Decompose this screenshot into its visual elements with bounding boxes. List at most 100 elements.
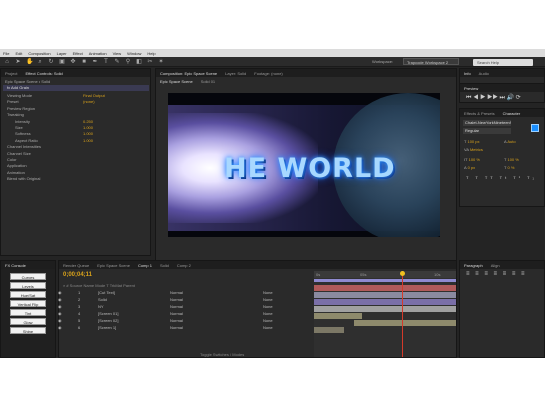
align-buttons[interactable]: ≡ ≡ ≡ ≡ ≡ ≡ ≡ xyxy=(466,271,527,277)
tsume-field[interactable]: T 0 % xyxy=(504,165,514,170)
roto-tool-icon[interactable]: ✂ xyxy=(147,59,153,65)
fx-button-levels[interactable]: Levels xyxy=(10,282,46,289)
fill-color-swatch[interactable] xyxy=(531,124,539,132)
hand-tool-icon[interactable]: ✋ xyxy=(26,59,33,65)
effect-prop-label[interactable]: Aspect Ratio xyxy=(15,138,38,143)
puppet-tool-icon[interactable]: ✶ xyxy=(158,59,164,65)
vertical-scale-field[interactable]: IT 100 % xyxy=(464,157,480,162)
tracking-field[interactable]: VA Metrics xyxy=(464,147,483,152)
effect-prop-label[interactable]: Animation xyxy=(7,170,25,175)
rotate-tool-icon[interactable]: ↻ xyxy=(48,59,54,65)
layer-number[interactable]: 4 xyxy=(78,311,80,316)
fx-button-vertical-flip[interactable]: Vertical Flip xyxy=(10,300,46,307)
tab-character[interactable]: Character xyxy=(503,111,521,116)
pen-tool-icon[interactable]: ✒ xyxy=(92,59,98,65)
fx-button-curves[interactable]: Curves xyxy=(10,273,46,280)
zoom-tool-icon[interactable]: ⌕ xyxy=(37,59,43,65)
timeline-tab[interactable]: Render Queue xyxy=(63,263,89,268)
track-bar-3[interactable] xyxy=(314,299,456,305)
eye-icon[interactable]: ◉ xyxy=(58,325,62,330)
layer-row[interactable]: ◉ 3 NY Normal None xyxy=(58,303,308,310)
tab-fx-console[interactable]: FX Console xyxy=(5,263,26,268)
effect-prop-label[interactable]: Blend with Original xyxy=(7,176,40,181)
eye-icon[interactable]: ◉ xyxy=(58,290,62,295)
layer-mode[interactable]: Normal xyxy=(170,297,183,302)
tab-preview[interactable]: Preview xyxy=(464,86,478,91)
layer-parent[interactable]: None xyxy=(263,311,273,316)
text-style-buttons[interactable]: T T TT Tt T¹ T₁ xyxy=(466,175,537,180)
effect-prop-label[interactable]: Application xyxy=(7,163,27,168)
effect-prop-value[interactable]: 0.250 xyxy=(83,119,93,124)
layer-name[interactable]: [Screen 01] xyxy=(98,311,118,316)
effect-prop-value[interactable]: Final Output xyxy=(83,93,105,98)
tab-footage[interactable]: Footage: (none) xyxy=(254,71,282,76)
layer-parent[interactable]: None xyxy=(263,297,273,302)
effect-header[interactable]: fx Add Grain xyxy=(3,85,149,91)
layer-parent[interactable]: None xyxy=(263,318,273,323)
layer-row[interactable]: ◉ 5 [Screen 02] Normal None xyxy=(58,317,308,324)
layer-name[interactable]: [Screen 02] xyxy=(98,318,118,323)
layer-mode[interactable]: Normal xyxy=(170,318,183,323)
effect-prop-label[interactable]: Intensity xyxy=(15,119,30,124)
track-bar-7[interactable] xyxy=(314,327,344,333)
layer-name[interactable]: Solid xyxy=(98,297,107,302)
layer-row[interactable]: ◉ 1 [Cut Text] Normal None xyxy=(58,289,308,296)
eye-icon[interactable]: ◉ xyxy=(58,297,62,302)
layer-number[interactable]: 6 xyxy=(78,325,80,330)
layer-number[interactable]: 3 xyxy=(78,304,80,309)
layer-name[interactable]: [Screen 1] xyxy=(98,325,116,330)
horizontal-scale-field[interactable]: T 100 % xyxy=(504,157,519,162)
tab-layer[interactable]: Layer: Solid xyxy=(225,71,246,76)
tab-composition[interactable]: Composition: Epic Space Scene xyxy=(160,71,217,76)
track-bar-2[interactable] xyxy=(314,292,456,298)
search-help-input[interactable]: Search Help xyxy=(473,59,533,66)
playback-controls[interactable]: ⏮ ◀ ▶ ▶▶ ⏭ 🔊 ⟳ xyxy=(466,94,521,102)
effect-prop-label[interactable]: Size xyxy=(15,125,23,130)
menu-item-window[interactable]: Window xyxy=(127,51,141,56)
tab-info[interactable]: Info xyxy=(464,71,471,76)
effect-prop-label[interactable]: Color xyxy=(7,157,17,162)
font-size-field[interactable]: T 100 px xyxy=(464,139,480,144)
effect-prop-value[interactable]: 1.000 xyxy=(83,131,93,136)
menu-item-file[interactable]: File xyxy=(3,51,9,56)
tab-effects-presets[interactable]: Effects & Presets xyxy=(464,111,495,116)
tab-project[interactable]: Project xyxy=(5,71,17,76)
effect-prop-value[interactable]: (none) xyxy=(83,99,95,104)
composition-canvas[interactable]: HE WORLD xyxy=(168,93,440,237)
menu-item-effect[interactable]: Effect xyxy=(73,51,83,56)
layer-number[interactable]: 5 xyxy=(78,318,80,323)
menu-item-layer[interactable]: Layer xyxy=(57,51,67,56)
mask-tool-icon[interactable]: ■ xyxy=(81,59,87,65)
layer-parent[interactable]: None xyxy=(263,304,273,309)
work-area-bar[interactable] xyxy=(314,279,456,282)
fx-button-glow[interactable]: Glow xyxy=(10,318,46,325)
layer-mode[interactable]: Normal xyxy=(170,290,183,295)
eraser-tool-icon[interactable]: ◧ xyxy=(136,59,142,65)
menu-item-composition[interactable]: Composition xyxy=(28,51,50,56)
timeline-timecode[interactable]: 0;00;04;11 xyxy=(63,272,92,278)
toggle-switches-modes[interactable]: Toggle Switches / Modes xyxy=(200,352,244,357)
pan-behind-icon[interactable]: ✥ xyxy=(70,59,76,65)
layer-mode[interactable]: Normal xyxy=(170,311,183,316)
fx-button-tint[interactable]: Tint xyxy=(10,309,46,316)
timeline-tracks[interactable]: 0s 05s 10s xyxy=(314,271,456,357)
font-family-select[interactable]: Chalet-NewYorkNineteenSixty xyxy=(463,120,511,126)
stamp-tool-icon[interactable]: ⚲ xyxy=(125,59,131,65)
timeline-tab[interactable]: Solid xyxy=(160,263,169,268)
subtab-solid[interactable]: Solid 01 xyxy=(201,79,215,84)
effect-prop-label[interactable]: Softness xyxy=(15,131,31,136)
menu-item-view[interactable]: View xyxy=(113,51,122,56)
playhead-handle[interactable] xyxy=(400,271,405,276)
menu-item-edit[interactable]: Edit xyxy=(15,51,22,56)
tab-audio[interactable]: Audio xyxy=(479,71,489,76)
brush-tool-icon[interactable]: ✎ xyxy=(114,59,120,65)
layer-parent[interactable]: None xyxy=(263,290,273,295)
tab-paragraph[interactable]: Paragraph xyxy=(464,263,483,268)
home-icon[interactable]: ⌂ xyxy=(4,59,10,65)
fx-button-hue-sat[interactable]: Hue/Sat xyxy=(10,291,46,298)
layer-row[interactable]: ◉ 4 [Screen 01] Normal None xyxy=(58,310,308,317)
layer-row[interactable]: ◉ 2 Solid Normal None xyxy=(58,296,308,303)
workspace-select[interactable]: Trapcode Workspace 2 xyxy=(403,58,459,65)
leading-field[interactable]: A Auto xyxy=(504,139,516,144)
track-bar-4[interactable] xyxy=(314,306,456,312)
